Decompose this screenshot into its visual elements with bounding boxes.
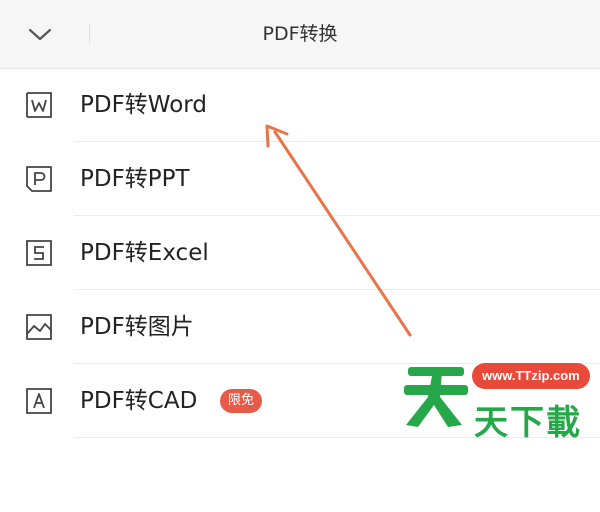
cad-doc-icon — [26, 388, 52, 414]
convert-to-word-item[interactable]: PDF转Word — [0, 68, 600, 142]
limited-free-badge: 限免 — [220, 389, 263, 413]
item-label: PDF转Excel — [80, 240, 209, 266]
convert-to-image-item[interactable]: PDF转图片 — [0, 290, 600, 364]
item-label: PDF转CAD — [80, 388, 198, 414]
excel-doc-icon — [26, 240, 52, 266]
watermark-text: 天下載 — [474, 403, 582, 443]
watermark-logo: www.TTzip.com 天下載 — [400, 355, 600, 450]
sky-logo-icon — [404, 367, 468, 427]
word-doc-icon — [26, 92, 52, 118]
item-label: PDF转Word — [80, 92, 207, 118]
panel-header: PDF转换 — [0, 0, 600, 69]
ppt-doc-icon — [26, 166, 52, 192]
item-label: PDF转图片 — [80, 314, 194, 340]
image-icon — [26, 314, 52, 340]
page-title: PDF转换 — [262, 23, 338, 45]
convert-to-excel-item[interactable]: PDF转Excel — [0, 216, 600, 290]
item-label: PDF转PPT — [80, 166, 190, 192]
watermark-url: www.TTzip.com — [472, 363, 590, 389]
convert-to-ppt-item[interactable]: PDF转PPT — [0, 142, 600, 216]
